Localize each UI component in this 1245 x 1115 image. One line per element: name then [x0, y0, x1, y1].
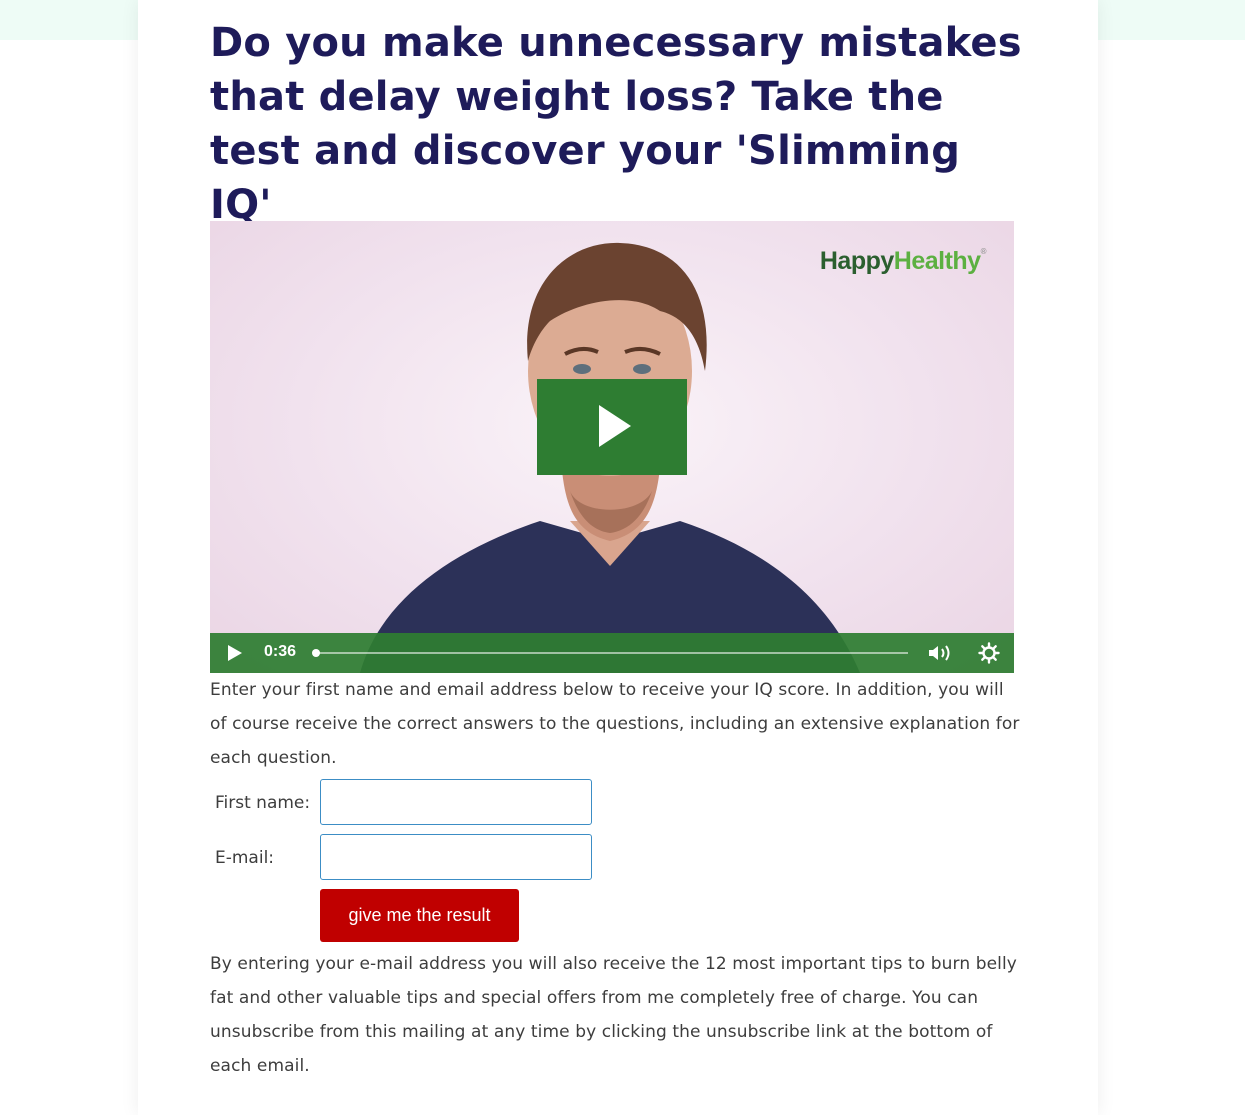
disclaimer-text: By entering your e-mail address you will… — [210, 954, 1017, 1076]
first-name-label: First name: — [215, 793, 311, 813]
play-button[interactable] — [537, 379, 687, 475]
volume-icon[interactable] — [928, 643, 954, 663]
progress-bar[interactable] — [312, 649, 908, 657]
current-time: 0:36 — [264, 643, 297, 660]
play-icon — [599, 405, 631, 447]
intro-text: Enter your first name and email address … — [210, 680, 1020, 768]
email-label: E-mail: — [215, 848, 275, 868]
gear-icon[interactable] — [978, 642, 1000, 664]
first-name-input[interactable] — [320, 779, 592, 825]
video-controls: 0:36 — [210, 633, 1014, 673]
play-icon[interactable] — [226, 644, 244, 662]
video-player[interactable]: HappyHealthy® 0:36 — [210, 221, 1014, 673]
brand-logo: HappyHealthy® — [819, 247, 987, 275]
page-title: Do you make unnecessary mistakes that de… — [210, 20, 1022, 228]
submit-button[interactable]: give me the result — [320, 889, 519, 942]
email-input[interactable] — [320, 834, 592, 880]
progress-handle[interactable] — [312, 649, 320, 657]
